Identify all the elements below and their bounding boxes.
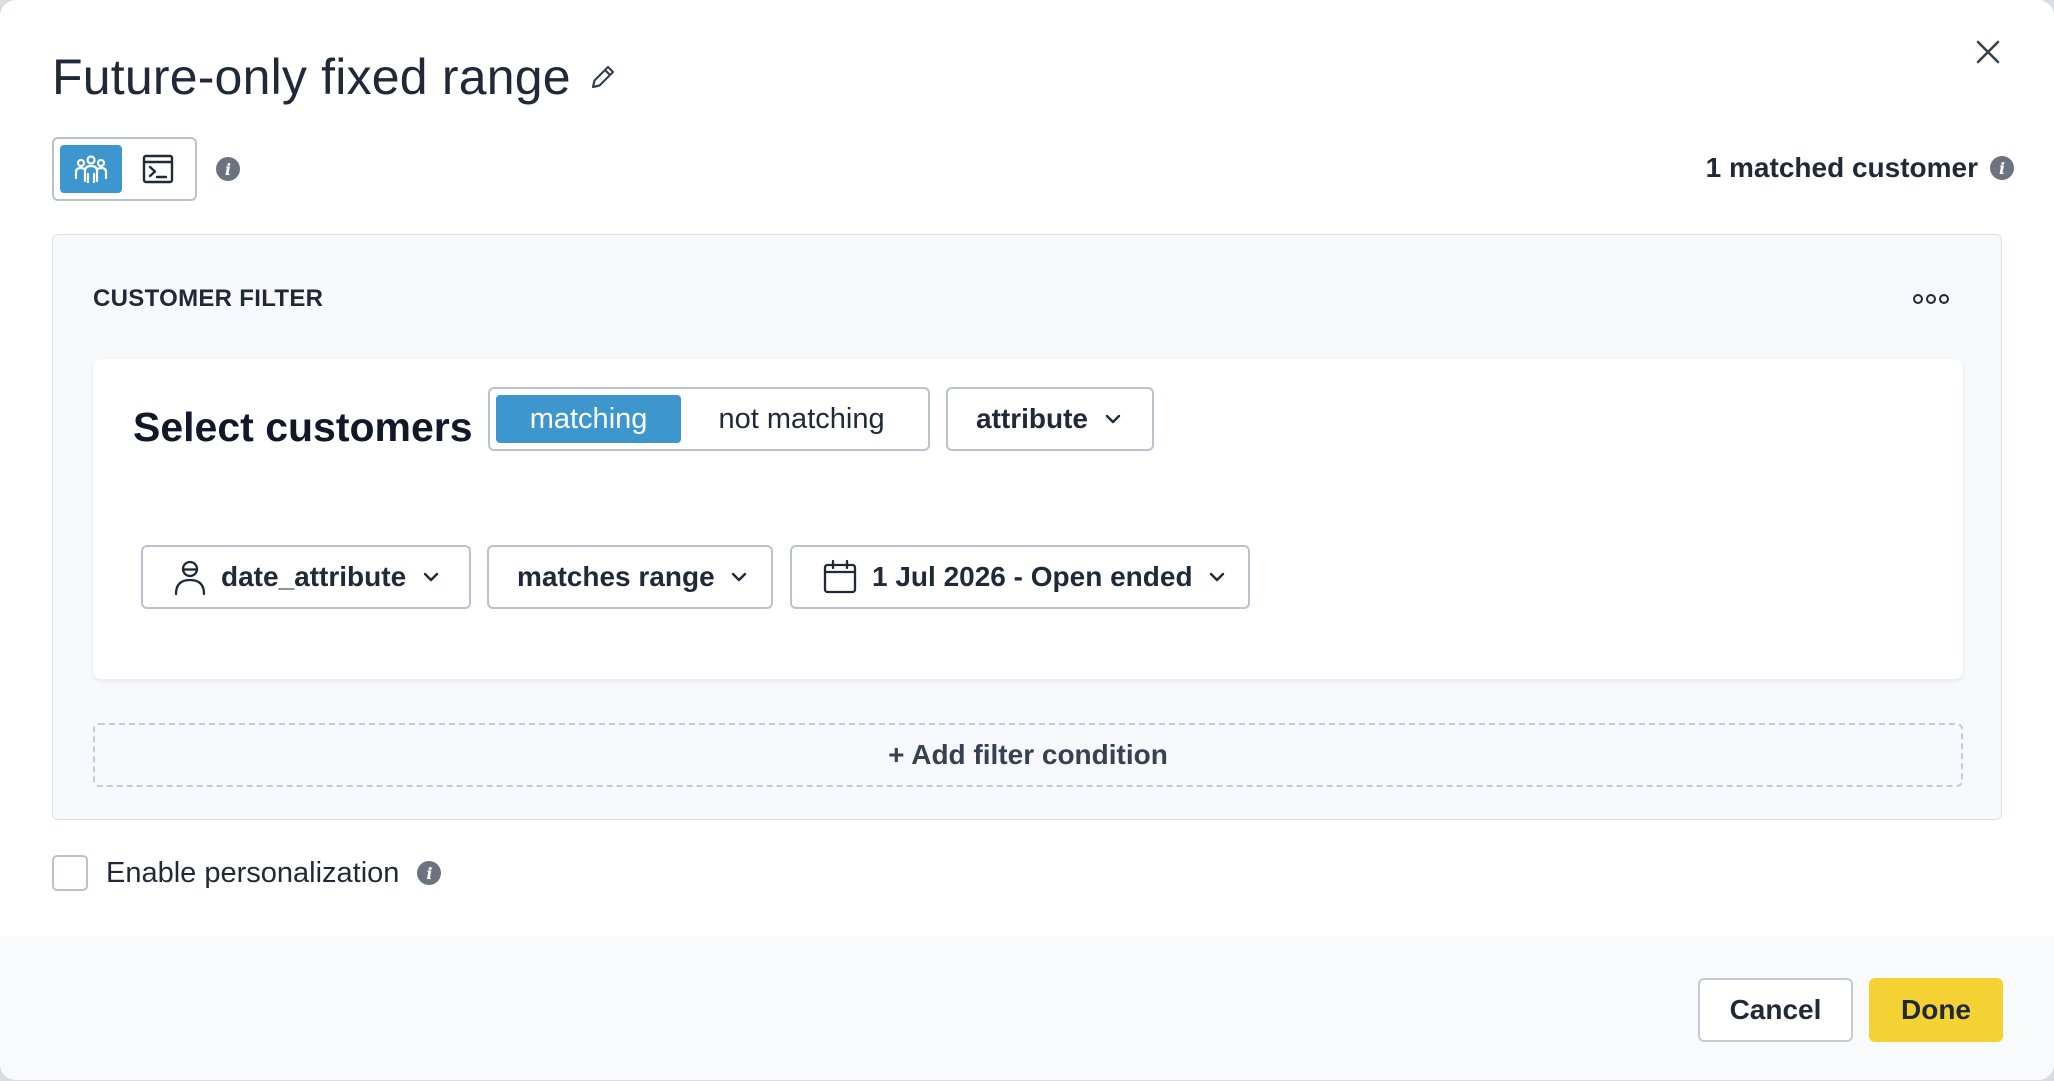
personalization-checkbox[interactable]: [52, 855, 88, 891]
modal-title: Future-only fixed range: [52, 49, 571, 105]
date-range-dropdown[interactable]: 1 Jul 2026 - Open ended: [790, 545, 1250, 609]
person-icon: [173, 558, 207, 596]
editor-mode-toggle: [52, 137, 197, 201]
select-customers-heading: Select customers: [133, 403, 473, 450]
matched-count-label: 1 matched customer: [1705, 152, 1978, 183]
operator-value: matches range: [517, 561, 715, 592]
segment-modal: Future-only fixed range i 1 matched cust…: [0, 0, 2054, 1080]
chevron-down-icon: [1207, 566, 1227, 588]
modal-footer: Cancel Done: [0, 936, 2054, 1080]
chevron-down-icon: [1102, 408, 1124, 430]
terminal-icon: [143, 154, 174, 184]
cancel-button[interactable]: Cancel: [1698, 978, 1853, 1042]
match-mode-segmented: matching not matching: [488, 387, 930, 451]
matched-count: 1 matched customer i: [1706, 152, 2014, 184]
visual-mode-button[interactable]: [60, 145, 122, 193]
operator-dropdown[interactable]: matches range: [487, 545, 773, 609]
filter-type-dropdown[interactable]: attribute: [946, 387, 1154, 451]
attribute-dropdown[interactable]: date_attribute: [141, 545, 471, 609]
info-icon[interactable]: i: [216, 157, 240, 181]
more-horizontal-icon: [1913, 294, 1923, 304]
edit-title-button[interactable]: [587, 61, 619, 93]
filter-card: Select customers matching not matching a…: [93, 359, 1963, 679]
more-horizontal-icon: [1926, 294, 1936, 304]
filter-type-value: attribute: [976, 403, 1088, 434]
close-icon: [1976, 40, 2000, 64]
add-filter-condition-button[interactable]: + Add filter condition: [93, 723, 1963, 787]
done-button[interactable]: Done: [1869, 978, 2003, 1042]
title-row: Future-only fixed range: [52, 46, 619, 108]
not-matching-option[interactable]: not matching: [681, 395, 922, 443]
date-range-value: 1 Jul 2026 - Open ended: [872, 561, 1193, 592]
personalization-label: Enable personalization: [106, 856, 400, 889]
personalization-row: Enable personalization i: [52, 855, 442, 891]
more-options-button[interactable]: [1911, 285, 1951, 313]
close-button[interactable]: [1966, 30, 2010, 74]
info-icon[interactable]: i: [1990, 156, 2014, 180]
info-icon[interactable]: i: [417, 861, 442, 885]
code-mode-button[interactable]: [128, 145, 190, 193]
pencil-icon: [591, 65, 614, 89]
chevron-down-icon: [729, 566, 749, 588]
matching-option[interactable]: matching: [496, 395, 682, 443]
filter-section-label: CUSTOMER FILTER: [93, 285, 324, 312]
calendar-icon: [822, 559, 858, 595]
customer-filter-panel: CUSTOMER FILTER Select customers matchin…: [52, 234, 2002, 820]
chevron-down-icon: [420, 566, 441, 588]
more-horizontal-icon: [1939, 294, 1949, 304]
attribute-value: date_attribute: [221, 561, 407, 592]
people-group-icon: [74, 155, 107, 184]
